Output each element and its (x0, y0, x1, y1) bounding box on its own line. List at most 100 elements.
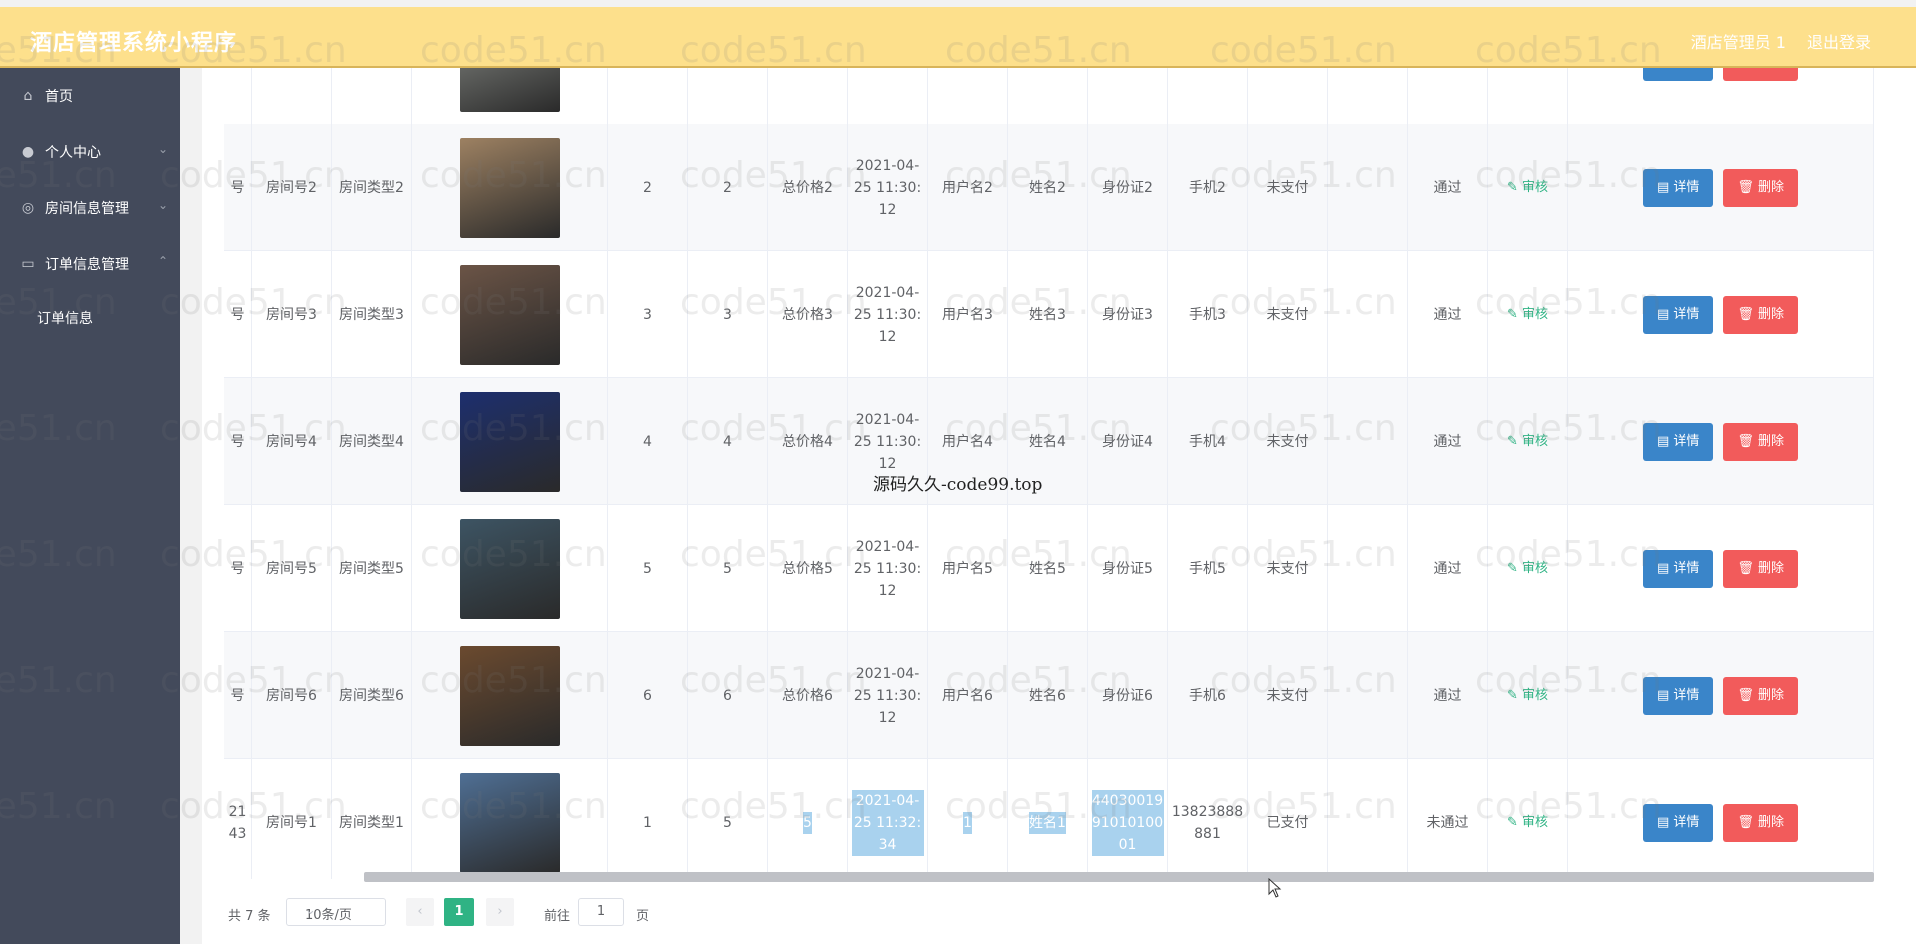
cell-order-no: 号 (224, 632, 252, 759)
audit-link[interactable]: ✎ 审核 (1507, 685, 1548, 707)
cell-audit-status-text: 通过 (1433, 179, 1462, 196)
cell-phone-text: 手机3 (1189, 306, 1226, 323)
detail-button[interactable]: ▤ 详情 (1642, 803, 1714, 842)
detail-button[interactable]: ▤ 详情 (1642, 68, 1714, 81)
cell-audit-status-text: 通过 (1433, 433, 1462, 450)
cell-order-time: 2021-04-25 11:30:12 (848, 124, 928, 251)
detail-button[interactable]: ▤ 详情 (1642, 422, 1714, 461)
cell-id-card-text: 身份证2 (1102, 179, 1153, 196)
cell-order-time-text: 2021-04-25 11:30:12 (853, 411, 922, 472)
delete-label: 删除 (1758, 560, 1785, 576)
sidebar-item-order-management[interactable]: ▭ 订单信息管理 ⌃ (0, 236, 180, 292)
page-size-select[interactable]: 10条/页 ⌄ (286, 898, 386, 926)
sidebar-item-room-management[interactable]: ◎ 房间信息管理 ⌄ (0, 180, 180, 236)
cell-phone: 手机2 (1168, 124, 1248, 251)
cell-order-no-text: 号 (230, 306, 245, 323)
cell-room-type: 1 (332, 68, 412, 125)
audit-label: 审核 (1522, 687, 1549, 703)
logout-link[interactable]: 退出登录 (1807, 29, 1871, 53)
trash-icon: 🗑 (1737, 68, 1758, 69)
detail-label: 详情 (1673, 687, 1700, 703)
sidebar-subitem-orders[interactable]: 订单信息 (0, 292, 180, 342)
delete-button[interactable]: 🗑 删除 (1723, 549, 1799, 588)
cell-room-no-text: 房间号2 (266, 179, 317, 196)
cell-id-card: 440300199101010001 (1088, 759, 1168, 879)
cell-total-price (768, 68, 848, 125)
delete-button[interactable]: 🗑 删除 (1723, 68, 1799, 81)
cell-order-no: 号 (224, 378, 252, 505)
cell-quantity (608, 68, 688, 125)
cell-audit-reply (1328, 68, 1408, 125)
chevron-left-icon: ‹ (417, 904, 423, 919)
cell-audit-reply (1328, 251, 1408, 378)
goto-page-input[interactable]: 1 (578, 898, 624, 926)
cell-room-no: 房间号6 (252, 632, 332, 759)
cell-room-type: 房间类型2 (332, 124, 412, 251)
detail-button[interactable]: ▤ 详情 (1642, 295, 1714, 334)
cell-name-text: 姓名1 (1029, 811, 1066, 834)
delete-button[interactable]: 🗑 删除 (1723, 168, 1799, 207)
delete-button[interactable]: 🗑 删除 (1723, 803, 1799, 842)
cell-username-text: 用户名2 (942, 179, 993, 196)
horizontal-scrollbar[interactable] (364, 872, 1874, 882)
cell-quantity: 3 (608, 251, 688, 378)
sidebar-item-profile[interactable]: ● 个人中心 ⌄ (0, 124, 180, 180)
cell-name: 姓名6 (1008, 632, 1088, 759)
cell-username: 用户名2 (928, 124, 1008, 251)
cell-image (412, 251, 608, 378)
cell-pay-status-text: 未支付 (1266, 560, 1309, 577)
cell-room-type-text: 1 (367, 68, 376, 73)
cell-total-price-text: 总价格4 (782, 433, 833, 450)
cell-audit-status-text: 通过 (1433, 687, 1462, 704)
trash-icon: 🗑 (1737, 814, 1759, 830)
cell-audit-reply (1328, 124, 1408, 251)
cell-room-type-text: 房间类型1 (339, 814, 404, 831)
audit-link[interactable]: ✎ 审核 (1507, 177, 1548, 199)
audit-link[interactable]: ✎ 审核 (1507, 68, 1548, 73)
cell-order-no: 号 (224, 124, 252, 251)
audit-link[interactable]: ✎ 审核 (1507, 304, 1548, 326)
cell-audit-action: ✎ 审核 (1488, 68, 1568, 125)
cell-audit-status-text: 通过 (1433, 560, 1462, 577)
cell-image (412, 378, 608, 505)
cell-id-card-text: 身份证4 (1102, 433, 1153, 450)
cell-room-type: 房间类型5 (332, 505, 412, 632)
cell-room-no-text: 房间号5 (266, 560, 317, 577)
cell-room-type-text: 房间类型2 (339, 179, 404, 196)
sidebar-subitem-label: 订单信息 (37, 311, 93, 327)
cell-audit-status: 通过 (1408, 124, 1488, 251)
cell-id-card-text: 身份证6 (1102, 687, 1153, 704)
cell-actions: ▤ 详情🗑 删除 (1568, 505, 1874, 632)
cell-actions: ▤ 详情🗑 删除 (1568, 632, 1874, 759)
cell-phone: 手机4 (1168, 378, 1248, 505)
delete-label: 删除 (1758, 687, 1785, 703)
cell-days: 5 (688, 505, 768, 632)
current-user: 酒店管理员 1 (1690, 33, 1786, 52)
cell-audit-reply (1328, 505, 1408, 632)
chevron-right-icon: › (497, 904, 503, 919)
delete-button[interactable]: 🗑 删除 (1723, 295, 1799, 334)
cell-days-text: 4 (723, 433, 732, 450)
detail-button[interactable]: ▤ 详情 (1642, 676, 1714, 715)
audit-link[interactable]: ✎ 审核 (1507, 812, 1548, 834)
current-page-button[interactable]: 1 (444, 898, 474, 926)
audit-link[interactable]: ✎ 审核 (1507, 558, 1548, 580)
cell-order-time-text: 2021-04-25 11:30:12 (853, 538, 922, 599)
detail-button[interactable]: ▤ 详情 (1642, 549, 1714, 588)
cell-order-no-text: 号 (230, 687, 245, 704)
delete-button[interactable]: 🗑 删除 (1723, 676, 1799, 715)
delete-button[interactable]: 🗑 删除 (1723, 422, 1799, 461)
cell-pay-status: 未支付 (1248, 632, 1328, 759)
detail-button[interactable]: ▤ 详情 (1642, 168, 1714, 207)
next-page-button[interactable]: › (486, 898, 514, 926)
prev-page-button[interactable]: ‹ (406, 898, 434, 926)
cell-quantity-text: 3 (643, 306, 652, 323)
cell-total-price: 5 (768, 759, 848, 879)
cell-audit-status: 通过 (1408, 251, 1488, 378)
edit-icon: ✎ (1506, 306, 1522, 322)
sidebar-item-home[interactable]: ⌂ 首页 (0, 68, 180, 124)
cell-order-no: 号 (224, 505, 252, 632)
pagination: 共 7 条 10条/页 ⌄ ‹ 1 › 前往 1 页 (224, 898, 924, 930)
detail-label: 详情 (1673, 68, 1699, 69)
audit-link[interactable]: ✎ 审核 (1507, 431, 1548, 453)
